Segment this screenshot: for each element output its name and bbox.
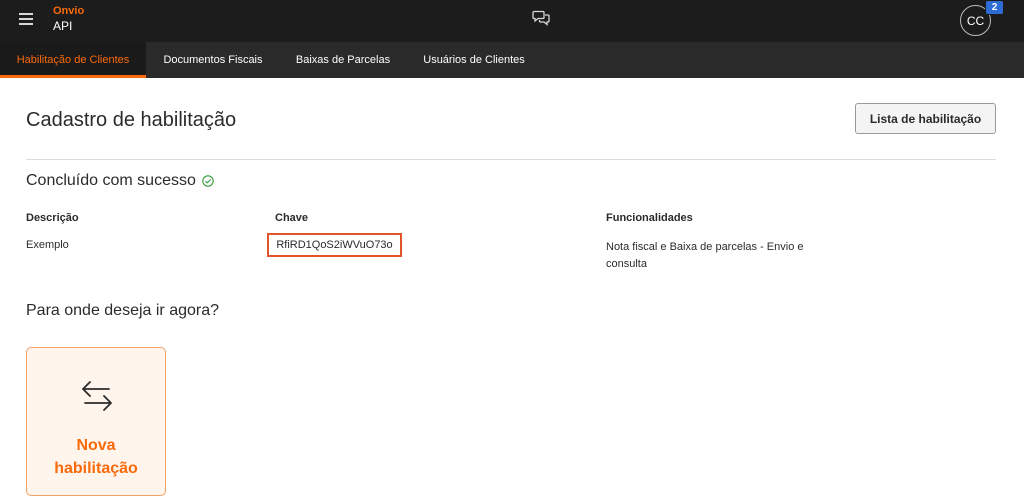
success-text: Concluído com sucesso: [26, 172, 196, 189]
new-enablement-card[interactable]: Nova habilitação: [26, 347, 166, 496]
notification-badge: 2: [985, 0, 1004, 15]
tab-baixas-parcelas[interactable]: Baixas de Parcelas: [280, 42, 406, 78]
tab-usuarios-clientes[interactable]: Usuários de Clientes: [406, 42, 542, 78]
card-label-line1: Nova: [76, 437, 116, 454]
tab-documentos-fiscais[interactable]: Documentos Fiscais: [146, 42, 280, 78]
tab-habilitacao-clientes[interactable]: Habilitação de Clientes: [0, 42, 146, 78]
divider: [26, 159, 996, 160]
column-header-key: Chave: [275, 212, 309, 224]
list-button[interactable]: Lista de habilitação: [855, 103, 996, 134]
check-circle-icon: [202, 175, 214, 187]
top-bar: Onvio API CC 2: [0, 0, 1024, 42]
chat-icon[interactable]: [532, 10, 550, 26]
brand-name: Onvio: [53, 5, 85, 17]
hamburger-menu-icon[interactable]: [19, 13, 33, 25]
tab-bar: Habilitação de Clientes Documentos Fisca…: [0, 42, 1024, 78]
description-value: Exemplo: [26, 239, 69, 251]
brand: Onvio API: [53, 5, 85, 33]
page-title: Cadastro de habilitação: [26, 109, 237, 131]
swap-arrows-icon: [82, 381, 112, 411]
column-header-description: Descrição: [26, 212, 79, 224]
key-value: RfiRD1QoS2iWVuO73o: [267, 233, 402, 257]
success-message: Concluído com sucesso: [26, 172, 214, 190]
card-label-line2: habilitação: [54, 460, 138, 477]
product-name: API: [53, 19, 73, 33]
card-label: Nova habilitação: [27, 434, 165, 480]
column-header-features: Funcionalidades: [606, 212, 693, 224]
next-prompt: Para onde deseja ir agora?: [26, 302, 220, 319]
features-value: Nota fiscal e Baixa de parcelas - Envio …: [606, 241, 804, 270]
